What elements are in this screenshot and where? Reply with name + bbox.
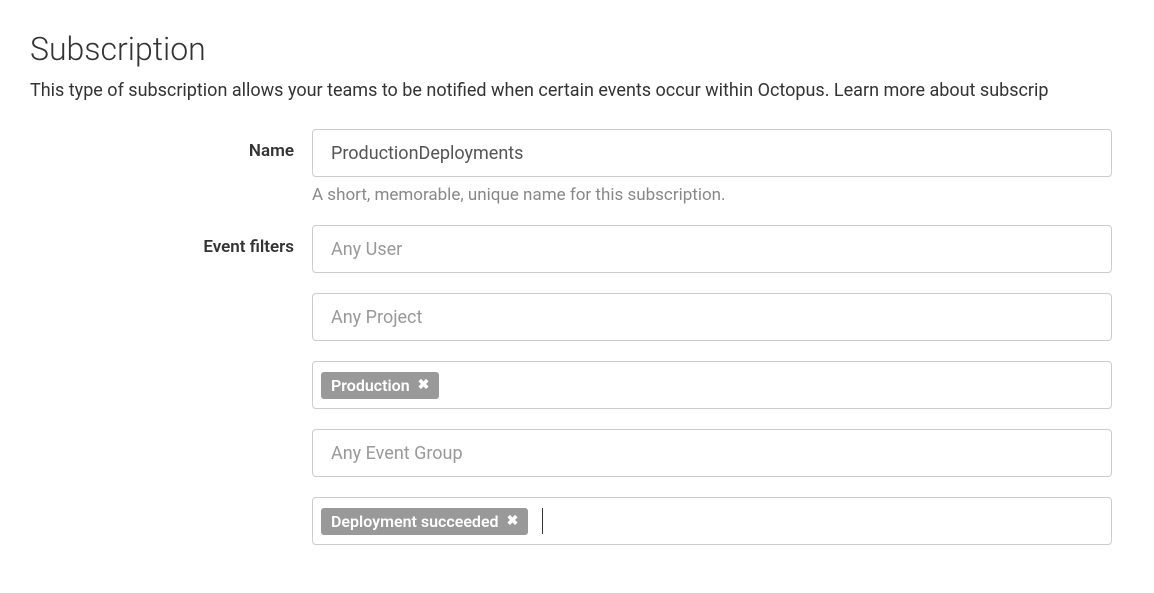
project-filter-input[interactable]: Any Project	[312, 293, 1112, 341]
name-content: A short, memorable, unique name for this…	[312, 129, 1112, 217]
page-description: This type of subscription allows your te…	[30, 80, 1124, 101]
close-icon[interactable]: ✖	[507, 513, 519, 529]
event-category-filter-input[interactable]: Deployment succeeded ✖	[312, 497, 1112, 545]
event-filters-content: Any User Any Project Production ✖ Any Ev…	[312, 225, 1112, 545]
close-icon[interactable]: ✖	[418, 377, 430, 393]
name-help-text: A short, memorable, unique name for this…	[312, 185, 1112, 205]
project-filter-placeholder: Any Project	[331, 307, 422, 328]
user-filter-placeholder: Any User	[331, 239, 402, 260]
event-group-filter-input[interactable]: Any Event Group	[312, 429, 1112, 477]
user-filter-input[interactable]: Any User	[312, 225, 1112, 273]
page-title: Subscription	[30, 30, 1124, 68]
event-filters-row: Event filters Any User Any Project Produ…	[30, 225, 1124, 545]
name-row: Name A short, memorable, unique name for…	[30, 129, 1124, 217]
event-filters-label: Event filters	[30, 225, 312, 545]
event-group-filter-placeholder: Any Event Group	[331, 443, 463, 464]
environment-filter-input[interactable]: Production ✖	[312, 361, 1112, 409]
name-input[interactable]	[312, 129, 1112, 177]
text-cursor	[542, 508, 543, 534]
event-category-tag: Deployment succeeded ✖	[321, 508, 528, 535]
environment-tag-label: Production	[331, 376, 410, 395]
environment-tag: Production ✖	[321, 372, 439, 399]
name-label: Name	[30, 129, 312, 217]
event-category-tag-label: Deployment succeeded	[331, 512, 499, 531]
